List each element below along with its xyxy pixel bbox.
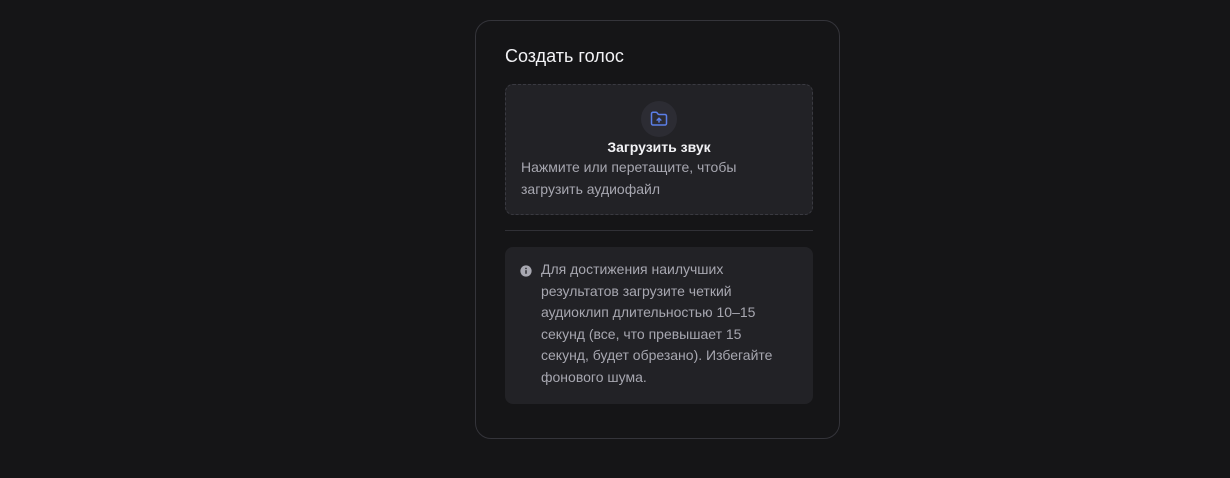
info-icon bbox=[520, 265, 532, 277]
upload-icon-container bbox=[641, 101, 677, 137]
card-title: Создать голос bbox=[505, 46, 624, 66]
folder-upload-icon bbox=[650, 111, 668, 126]
upload-title: Загрузить звук bbox=[607, 139, 711, 155]
audio-upload-dropzone[interactable]: Загрузить звук Нажмите или перетащите, ч… bbox=[505, 84, 813, 215]
info-text: Для достижения наилучших результатов заг… bbox=[541, 261, 773, 385]
upload-hint: Нажмите или перетащите, чтобы загрузить … bbox=[521, 159, 737, 197]
page: Создать голос Загрузить звук Нажмите или… bbox=[0, 0, 1230, 478]
create-voice-card: Создать голос Загрузить звук Нажмите или… bbox=[475, 20, 840, 439]
info-notice: Для достижения наилучших результатов заг… bbox=[505, 247, 813, 404]
divider bbox=[505, 230, 813, 231]
